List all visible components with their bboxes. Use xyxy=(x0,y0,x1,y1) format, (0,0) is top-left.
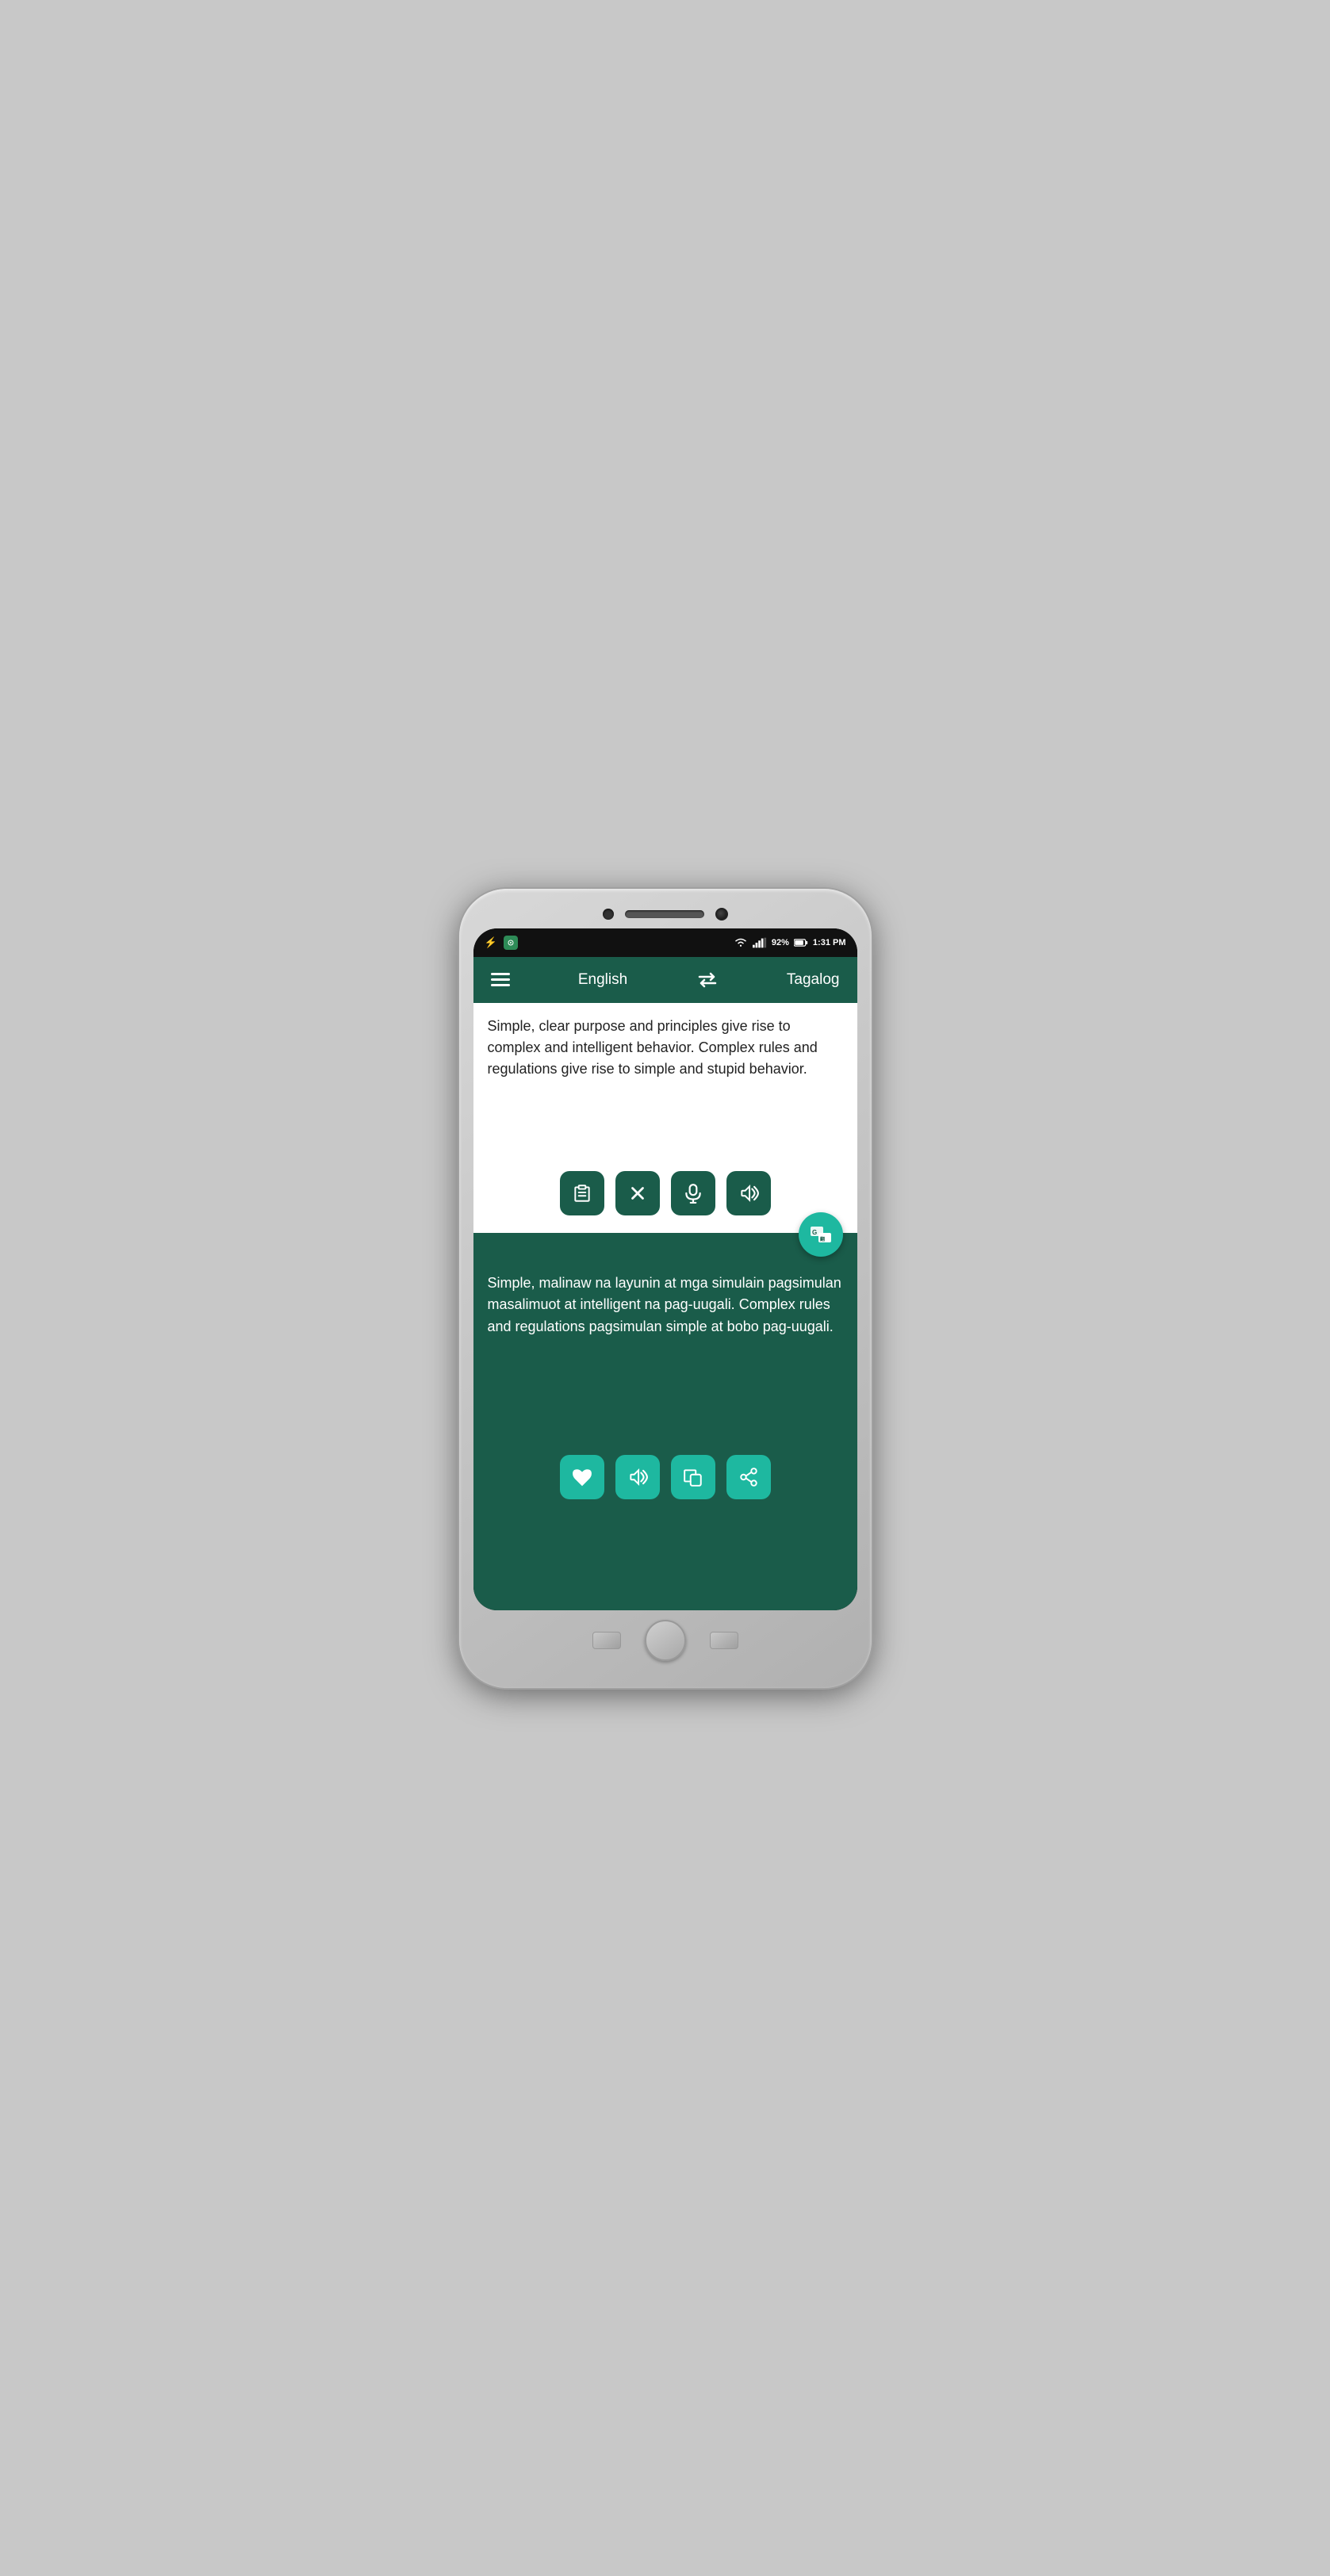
translated-text: Simple, malinaw na layunin at mga simula… xyxy=(488,1273,843,1431)
recent-apps-button[interactable] xyxy=(710,1632,738,1649)
copy-button[interactable] xyxy=(671,1455,715,1499)
battery-percent: 92% xyxy=(772,938,789,947)
output-speaker-button[interactable] xyxy=(615,1455,660,1499)
share-button[interactable] xyxy=(726,1455,771,1499)
input-action-bar xyxy=(488,1171,843,1215)
clipboard-button[interactable] xyxy=(560,1171,604,1215)
phone-screen: ⚡ xyxy=(473,928,857,1610)
home-button[interactable] xyxy=(645,1620,686,1661)
clear-button[interactable] xyxy=(615,1171,660,1215)
app-header: English Tagalog xyxy=(473,957,857,1003)
svg-text:翻: 翻 xyxy=(819,1236,825,1242)
input-speaker-button[interactable] xyxy=(726,1171,771,1215)
status-bar: ⚡ xyxy=(473,928,857,957)
hamburger-menu[interactable] xyxy=(491,973,510,986)
wifi-icon xyxy=(734,937,748,948)
front-camera xyxy=(715,908,728,921)
svg-text:G: G xyxy=(812,1229,817,1236)
output-section: Simple, malinaw na layunin at mga simula… xyxy=(473,1233,857,1610)
phone-bottom-hardware xyxy=(473,1610,857,1666)
battery-icon xyxy=(794,938,808,947)
phone-speaker xyxy=(625,910,704,918)
gps-icon xyxy=(504,936,518,950)
signal-icon xyxy=(753,937,767,948)
microphone-button[interactable] xyxy=(671,1171,715,1215)
input-section: Simple, clear purpose and principles giv… xyxy=(473,1003,857,1233)
back-button[interactable] xyxy=(592,1632,621,1649)
source-text[interactable]: Simple, clear purpose and principles giv… xyxy=(488,1016,843,1158)
swap-languages-button[interactable] xyxy=(696,972,719,988)
google-translate-fab[interactable]: G 翻 xyxy=(799,1212,843,1257)
favorite-button[interactable] xyxy=(560,1455,604,1499)
phone-device: ⚡ xyxy=(459,889,872,1688)
phone-top-hardware xyxy=(473,903,857,928)
target-language[interactable]: Tagalog xyxy=(787,971,840,989)
output-action-bar xyxy=(488,1455,843,1499)
time-display: 1:31 PM xyxy=(813,938,846,947)
usb-icon: ⚡ xyxy=(485,936,497,949)
camera-dot xyxy=(603,909,614,920)
source-language[interactable]: English xyxy=(578,971,627,989)
